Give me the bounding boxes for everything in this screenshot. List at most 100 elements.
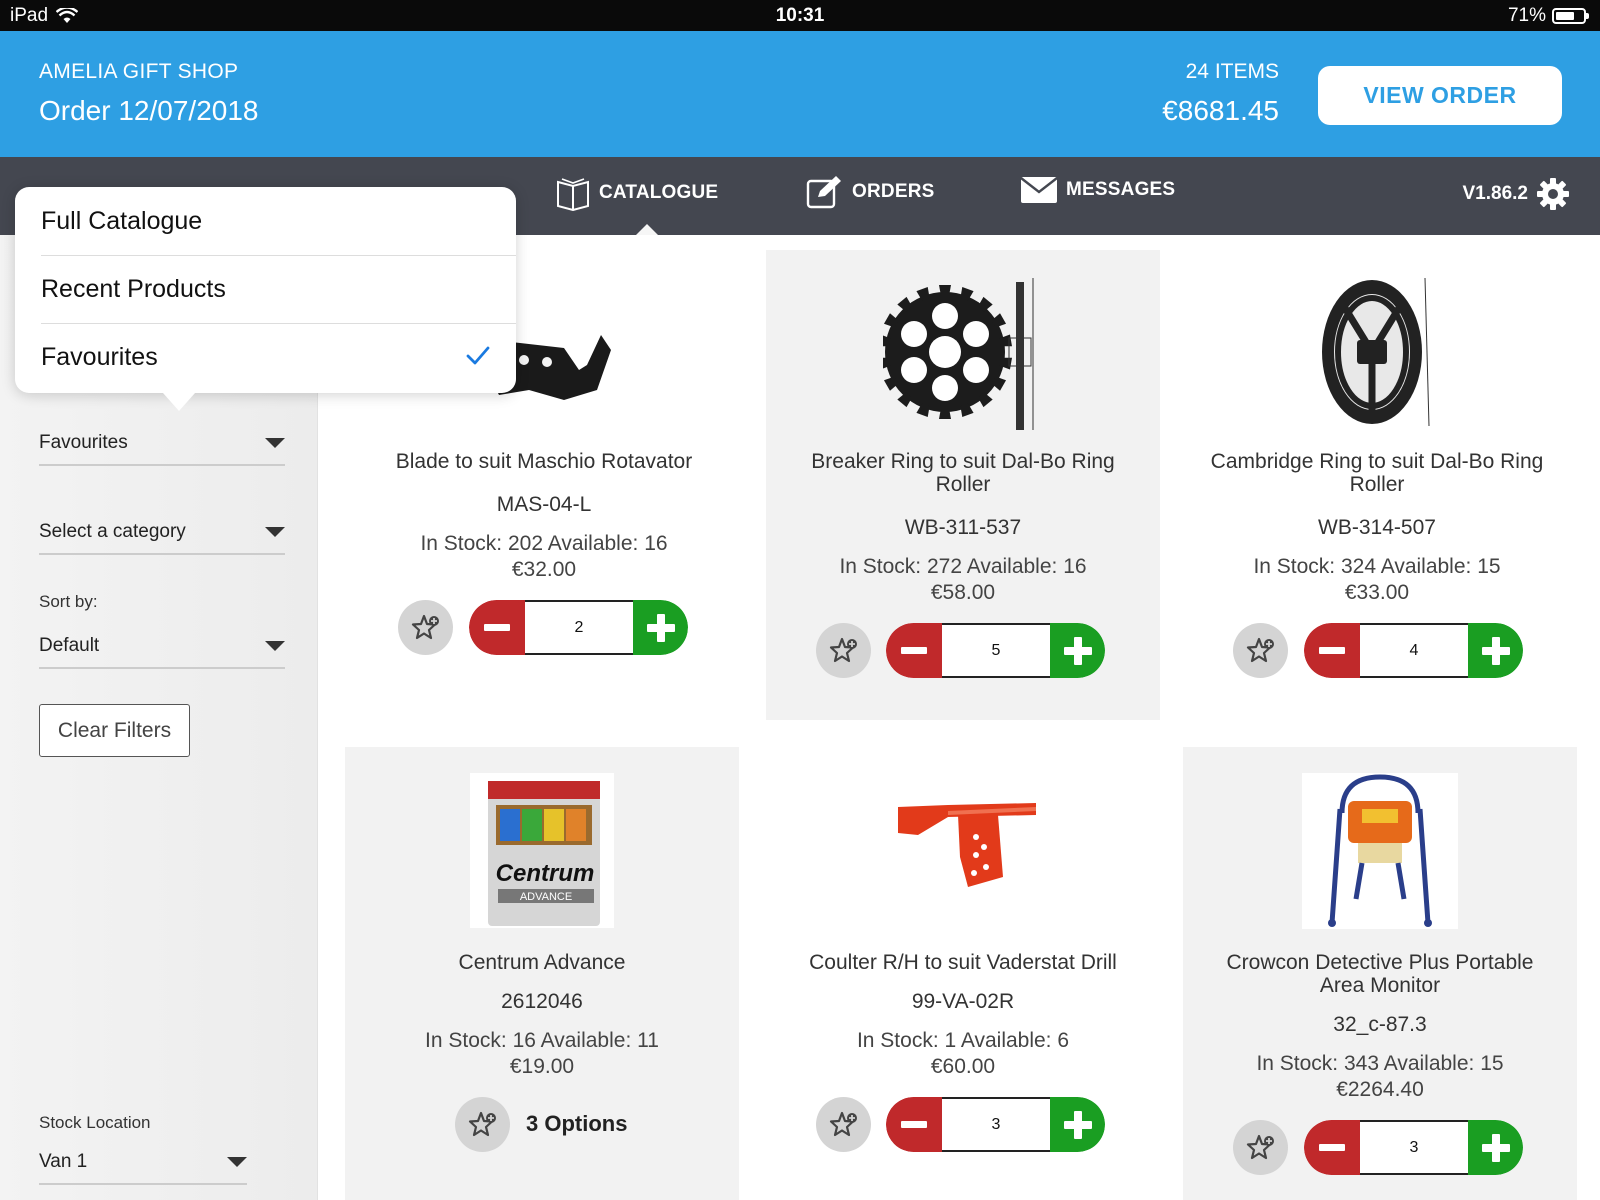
tab-orders-label: ORDERS bbox=[852, 181, 935, 202]
product-price: €33.00 bbox=[1344, 581, 1410, 604]
product-code: MAS-04-L bbox=[496, 493, 592, 516]
status-bar: iPad 10:31 71% bbox=[0, 0, 1600, 31]
quantity-stepper: 3 bbox=[1304, 1120, 1523, 1175]
favourite-button[interactable] bbox=[1233, 1120, 1288, 1175]
quantity-stepper: 3 bbox=[886, 1097, 1105, 1152]
product-name: Centrum Advance bbox=[458, 951, 626, 974]
minus-icon bbox=[1319, 1143, 1345, 1151]
product-image-breaker-ring bbox=[883, 278, 1034, 430]
product-price: €32.00 bbox=[511, 558, 577, 581]
plus-icon bbox=[1481, 636, 1510, 665]
version-settings[interactable]: V1.86.2 bbox=[1463, 177, 1571, 211]
edit-icon bbox=[806, 176, 841, 209]
options-link[interactable]: 3 Options bbox=[526, 1111, 627, 1137]
category-select[interactable]: Select a category bbox=[39, 513, 285, 555]
plus-icon bbox=[646, 613, 675, 642]
centrum-brand-text: Centrum bbox=[496, 860, 595, 887]
quantity-input[interactable]: 4 bbox=[1360, 623, 1468, 678]
product-price: €58.00 bbox=[930, 581, 996, 604]
view-order-button[interactable]: VIEW ORDER bbox=[1318, 66, 1562, 125]
increase-button[interactable] bbox=[1468, 623, 1523, 678]
decrease-button[interactable] bbox=[886, 623, 942, 678]
product-card: Coulter R/H to suit Vaderstat Drill 99-V… bbox=[766, 747, 1160, 1200]
category-value: Select a category bbox=[39, 521, 186, 542]
active-tab-caret bbox=[636, 224, 658, 235]
stock-info: In Stock: 343 Available: 15 bbox=[1256, 1052, 1504, 1075]
catalogue-filter-value: Favourites bbox=[39, 432, 128, 453]
menu-item-favourites[interactable]: Favourites bbox=[41, 323, 516, 391]
quantity-stepper: 5 bbox=[886, 623, 1105, 678]
increase-button[interactable] bbox=[1050, 623, 1105, 678]
plus-icon bbox=[1063, 1110, 1092, 1139]
tab-catalogue-label: CATALOGUE bbox=[599, 182, 719, 203]
decrease-button[interactable] bbox=[1304, 623, 1360, 678]
order-title: Order 12/07/2018 bbox=[39, 95, 259, 126]
minus-icon bbox=[901, 1120, 927, 1128]
star-add-icon bbox=[829, 637, 857, 662]
envelope-icon bbox=[1020, 177, 1058, 203]
stock-location-value: Van 1 bbox=[39, 1151, 88, 1172]
star-add-icon bbox=[468, 1111, 496, 1136]
product-card: Centrum ADVANCE Centrum Advance 2612046 … bbox=[345, 747, 739, 1200]
product-image-centrum: Centrum ADVANCE bbox=[470, 773, 614, 928]
decrease-button[interactable] bbox=[1304, 1120, 1360, 1175]
favourite-button[interactable] bbox=[398, 600, 453, 655]
product-price: €19.00 bbox=[509, 1055, 575, 1078]
menu-item-label: Full Catalogue bbox=[41, 206, 203, 235]
product-name: Breaker Ring to suit Dal-Bo Ring Roller bbox=[811, 450, 1115, 496]
quantity-input[interactable]: 3 bbox=[942, 1097, 1050, 1152]
product-image-cambridge-ring bbox=[1322, 277, 1430, 427]
product-card: Breaker Ring to suit Dal-Bo Ring Roller … bbox=[766, 250, 1160, 720]
item-count: 24 ITEMS bbox=[1185, 60, 1279, 83]
popover-arrow bbox=[163, 393, 195, 411]
product-price: €60.00 bbox=[930, 1055, 996, 1078]
gear-icon[interactable] bbox=[1536, 177, 1570, 211]
minus-icon bbox=[484, 623, 510, 631]
checkmark-icon bbox=[466, 346, 490, 365]
plus-icon bbox=[1063, 636, 1092, 665]
clear-filters-button[interactable]: Clear Filters bbox=[39, 704, 190, 757]
product-name: Cambridge Ring to suit Dal-Bo Ring Rolle… bbox=[1210, 450, 1544, 496]
stock-info: In Stock: 1 Available: 6 bbox=[856, 1029, 1070, 1052]
decrease-button[interactable] bbox=[469, 600, 525, 655]
product-name: Crowcon Detective Plus Portable Area Mon… bbox=[1226, 951, 1534, 997]
tab-orders[interactable]: ORDERS bbox=[806, 175, 935, 209]
stock-location-select[interactable]: Van 1 bbox=[39, 1143, 247, 1185]
book-icon bbox=[557, 178, 589, 211]
quantity-input[interactable]: 3 bbox=[1360, 1120, 1468, 1175]
menu-item-label: Favourites bbox=[41, 343, 158, 371]
increase-button[interactable] bbox=[633, 600, 688, 655]
increase-button[interactable] bbox=[1050, 1097, 1105, 1152]
quantity-stepper: 4 bbox=[1304, 623, 1523, 678]
shop-name: AMELIA GIFT SHOP bbox=[39, 60, 239, 83]
decrease-button[interactable] bbox=[886, 1097, 942, 1152]
star-add-icon bbox=[1246, 637, 1274, 662]
sort-select[interactable]: Default bbox=[39, 627, 285, 669]
chevron-down-icon bbox=[227, 1157, 247, 1167]
tab-catalogue[interactable]: CATALOGUE bbox=[555, 175, 718, 211]
chevron-down-icon bbox=[265, 438, 285, 448]
battery-icon bbox=[1552, 8, 1589, 24]
order-total: €8681.45 bbox=[1162, 95, 1279, 126]
tab-messages-label: MESSAGES bbox=[1066, 179, 1176, 200]
quantity-input[interactable]: 5 bbox=[942, 623, 1050, 678]
favourite-button[interactable] bbox=[816, 623, 871, 678]
favourite-button[interactable] bbox=[1233, 623, 1288, 678]
stock-info: In Stock: 16 Available: 11 bbox=[425, 1029, 659, 1052]
minus-icon bbox=[1319, 646, 1345, 654]
favourite-button[interactable] bbox=[816, 1097, 871, 1152]
quantity-input[interactable]: 2 bbox=[525, 600, 633, 655]
order-header: AMELIA GIFT SHOP Order 12/07/2018 24 ITE… bbox=[0, 31, 1600, 157]
product-name: Coulter R/H to suit Vaderstat Drill bbox=[809, 951, 1117, 974]
menu-item-recent-products[interactable]: Recent Products bbox=[41, 255, 516, 323]
catalogue-filter-select[interactable]: Favourites bbox=[39, 424, 285, 466]
menu-item-full-catalogue[interactable]: Full Catalogue bbox=[41, 187, 516, 255]
favourite-button[interactable] bbox=[455, 1097, 510, 1152]
product-price: €2264.40 bbox=[1336, 1078, 1424, 1101]
product-code: 2612046 bbox=[501, 990, 583, 1013]
increase-button[interactable] bbox=[1468, 1120, 1523, 1175]
product-name: Blade to suit Maschio Rotavator bbox=[395, 450, 693, 473]
stock-info: In Stock: 202 Available: 16 bbox=[420, 532, 668, 555]
tab-messages[interactable]: MESSAGES bbox=[1020, 175, 1175, 205]
star-add-icon bbox=[829, 1111, 857, 1136]
